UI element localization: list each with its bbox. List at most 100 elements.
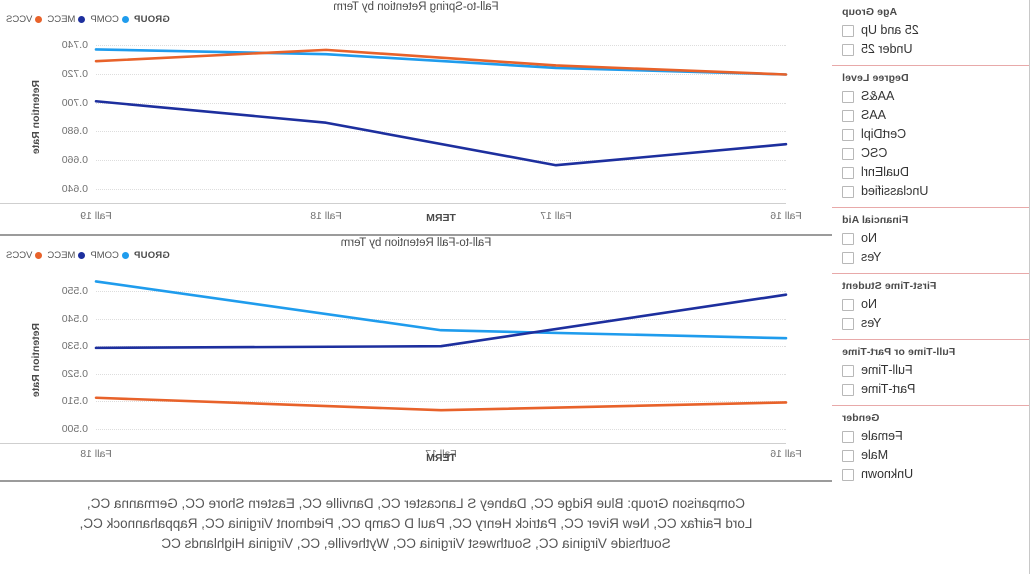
y-axis-tick-label: 0.680: [61, 125, 88, 138]
filter-option-unclassified[interactable]: Unclassified: [840, 182, 1023, 201]
checkbox-icon[interactable]: [842, 128, 854, 141]
filter-option-female[interactable]: Female: [840, 427, 1023, 446]
checkbox-icon[interactable]: [842, 109, 854, 122]
series-line-mecc[interactable]: [94, 293, 788, 350]
filter-option-aa-s[interactable]: AA&S: [840, 87, 1023, 106]
checkbox-icon[interactable]: [842, 364, 854, 377]
filter-card-first-time-student: First-Time Student No Yes: [832, 274, 1029, 340]
y-axis-title: Retention Rate: [30, 322, 42, 398]
filter-title: First-Time Student: [842, 280, 937, 292]
checkbox-icon[interactable]: [842, 43, 854, 56]
legend-swatch-comp: [121, 16, 129, 23]
filter-option-label: Yes: [861, 316, 882, 330]
filter-option-label: CSC: [861, 146, 888, 160]
legend-item-vccs[interactable]: VCCS: [6, 250, 43, 261]
legend-item-vccs[interactable]: VCCS: [6, 14, 43, 25]
filter-title: Degree Level: [842, 72, 909, 84]
footnote-line-1: Comparison Group: Blue Ridge CC, Dabney …: [86, 496, 746, 511]
footnote-line-3: Southside Virginia CC, Southwest Virgini…: [161, 536, 671, 551]
filter-card-degree-level: Degree Level AA&S AAS CertDipl CSC DualEnrl Un…: [832, 66, 1029, 208]
legend-title: GROUP: [133, 14, 170, 25]
filter-title: Financial Aid: [842, 214, 909, 226]
checkbox-icon[interactable]: [842, 317, 854, 330]
x-axis-title-fall-to-spring: TERM: [426, 212, 456, 224]
y-axis-tick-label: 0.500: [61, 422, 88, 435]
legend-fall-to-fall: GROUP COMP MECC VCCS: [6, 250, 170, 261]
filter-option-label: 25 and Up: [861, 23, 919, 37]
y-axis-tick-label: 0.700: [61, 96, 88, 109]
filter-title: Full-Time or Part-Time: [842, 346, 956, 358]
checkbox-icon[interactable]: [842, 430, 854, 443]
filter-option-label: No: [861, 231, 877, 245]
legend-label-vccs: VCCS: [6, 14, 33, 25]
filter-option-no[interactable]: No: [840, 229, 1023, 248]
legend-swatch-mecc: [78, 16, 86, 23]
filter-option-label: Unknown: [861, 467, 914, 481]
series-line-mecc[interactable]: [94, 99, 788, 167]
legend-label-vccs: VCCS: [6, 250, 33, 261]
filter-option-label: Female: [861, 429, 903, 443]
legend-item-comp[interactable]: COMP: [90, 14, 129, 25]
legend-item-mecc[interactable]: MECC: [47, 14, 86, 25]
y-axis-tick-label: 0.520: [61, 367, 88, 380]
filter-option-no[interactable]: No: [840, 295, 1023, 314]
filter-option-part-time[interactable]: Part-Time: [840, 380, 1023, 399]
chart-panel-fall-to-spring: Fall-to-Spring Retention by Term GROUP C…: [0, 0, 832, 236]
y-axis-tick-label: 0.550: [61, 285, 88, 298]
legend-label-comp: COMP: [90, 250, 119, 261]
series-layer: [94, 48, 788, 167]
filter-option-certdipl[interactable]: CertDipl: [840, 125, 1023, 144]
y-axis-tick-label: 0.720: [61, 68, 88, 81]
checkbox-icon[interactable]: [842, 166, 854, 179]
y-axis-tick-label: 0.740: [61, 39, 88, 52]
checkbox-icon[interactable]: [842, 147, 854, 160]
filter-title: Gender: [842, 412, 880, 424]
filter-option-csc[interactable]: CSC: [840, 144, 1023, 163]
filter-option-full-time[interactable]: Full-Time: [840, 361, 1023, 380]
filter-card-gender: Gender Female Male Unknown: [832, 406, 1029, 490]
y-axis-tick-label: 0.530: [61, 340, 88, 353]
filter-card-financial-aid: Financial Aid No Yes: [832, 208, 1029, 274]
y-axis-tick-label: 0.660: [61, 153, 88, 166]
filter-option-male[interactable]: Male: [840, 446, 1023, 465]
filter-option-yes[interactable]: Yes: [840, 314, 1023, 333]
filter-option-25-and-up[interactable]: 25 and Up: [840, 21, 1023, 40]
checkbox-icon[interactable]: [842, 251, 854, 264]
legend-swatch-vccs: [35, 252, 43, 259]
plot-area-fall-to-fall[interactable]: [94, 280, 788, 438]
filter-option-label: Under 25: [861, 42, 913, 56]
legend-item-mecc[interactable]: MECC: [47, 250, 86, 261]
filter-option-label: DualEnrl: [861, 165, 909, 179]
filter-option-dualenrl[interactable]: DualEnrl: [840, 163, 1023, 182]
filter-option-label: Part-Time: [861, 382, 916, 396]
checkbox-icon[interactable]: [842, 383, 854, 396]
legend-swatch-mecc: [78, 252, 86, 259]
chart-title-fall-to-fall: Fall-to-Fall Retention by Term: [340, 237, 492, 249]
x-axis-title-fall-to-fall: TERM: [426, 452, 456, 464]
footnote-line-2: Lord Fairfax CC, New River CC, Patrick H…: [79, 516, 753, 531]
y-axis-tick-label: 0.640: [61, 182, 88, 195]
checkbox-icon[interactable]: [842, 24, 854, 37]
legend-fall-to-spring: GROUP COMP MECC VCCS: [6, 14, 170, 25]
checkbox-icon[interactable]: [842, 90, 854, 103]
series-line-vccs[interactable]: [94, 396, 788, 412]
filter-option-label: Unclassified: [861, 184, 929, 198]
filter-option-label: No: [861, 297, 877, 311]
filter-option-under-25[interactable]: Under 25: [840, 40, 1023, 59]
checkbox-icon[interactable]: [842, 468, 854, 481]
filter-option-yes[interactable]: Yes: [840, 248, 1023, 267]
filter-title: Age Group: [842, 6, 898, 18]
checkbox-icon[interactable]: [842, 232, 854, 245]
chart-panel-fall-to-fall: Fall-to-Fall Retention by Term GROUP COM…: [0, 236, 832, 482]
series-layer: [94, 280, 788, 412]
checkbox-icon[interactable]: [842, 185, 854, 198]
plot-area-fall-to-spring[interactable]: [94, 34, 788, 200]
filter-option-label: Yes: [861, 250, 882, 264]
filter-option-unknown[interactable]: Unknown: [840, 465, 1023, 484]
checkbox-icon[interactable]: [842, 449, 854, 462]
legend-swatch-comp: [121, 252, 129, 259]
legend-item-comp[interactable]: COMP: [90, 250, 129, 261]
filter-option-label: Full-Time: [861, 363, 913, 377]
checkbox-icon[interactable]: [842, 298, 854, 311]
filter-option-aas[interactable]: AAS: [840, 106, 1023, 125]
